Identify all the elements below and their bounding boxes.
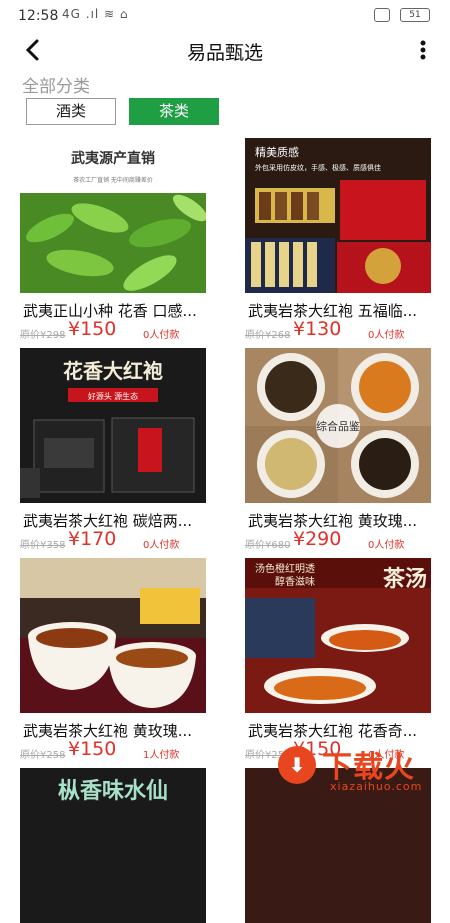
eye-comfort-icon: [374, 8, 390, 22]
image-caption: 枞香味水仙: [58, 778, 168, 803]
status-time: 12:58: [18, 8, 58, 24]
product-price: ¥150: [68, 738, 116, 760]
more-menu-icon[interactable]: [416, 36, 430, 64]
product-price: ¥150: [68, 318, 116, 340]
signal-icon: 4G .ıl ≋ ⌂: [62, 7, 129, 21]
original-price: 原价¥258: [20, 746, 65, 761]
product-price: ¥130: [293, 318, 341, 340]
paid-count: 0人付款: [368, 326, 404, 341]
product-image: 汤色橙红明透 醇香滋味 茶汤: [245, 558, 431, 713]
original-price: 原价¥358: [20, 536, 65, 551]
image-caption: 综合品鉴: [316, 419, 360, 433]
original-price: 原价¥298: [20, 326, 65, 341]
tab-liquor[interactable]: 酒类: [26, 98, 116, 125]
product-price: ¥290: [293, 528, 341, 550]
image-caption: 精美质感: [255, 146, 299, 159]
tab-tea[interactable]: 茶类: [129, 98, 219, 125]
product-image: 枞香味水仙: [20, 768, 206, 923]
image-caption: 醇香滋味: [275, 575, 315, 588]
product-price: ¥170: [68, 528, 116, 550]
site-watermark: ⬇ 下载火 xiazaihuo.com: [272, 740, 442, 796]
image-caption: 武夷源产直销: [71, 150, 155, 166]
product-image: 花香大红袍 好源头 源生态: [20, 348, 206, 503]
original-price: 原价¥680: [245, 536, 290, 551]
image-caption: 外包采用仿皮纹，手感、极感、质感俱佳: [255, 163, 381, 172]
category-section-label: 全部分类: [22, 72, 90, 97]
watermark-url: xiazaihuo.com: [330, 780, 422, 793]
battery-icon: 51: [400, 8, 430, 22]
status-bar: 12:58 4G .ıl ≋ ⌂ 51: [0, 0, 450, 30]
app-header: 易品甄选: [0, 30, 450, 72]
paid-count: 0人付款: [368, 536, 404, 551]
image-caption: 好源头 源生态: [88, 391, 138, 401]
paid-count: 1人付款: [143, 746, 179, 761]
download-logo-icon: ⬇: [278, 746, 316, 784]
image-caption: 茶农工厂直销 无中间商赚差价: [73, 176, 153, 184]
image-caption: 花香大红袍: [63, 359, 163, 383]
product-image: 综合品鉴: [245, 348, 431, 503]
paid-count: 0人付款: [143, 536, 179, 551]
image-caption: 茶汤: [383, 566, 427, 591]
page-title: 易品甄选: [0, 38, 450, 65]
original-price: 原价¥268: [245, 326, 290, 341]
product-image: 精美质感 外包采用仿皮纹，手感、极感、质感俱佳: [245, 138, 431, 293]
product-image: [20, 558, 206, 713]
paid-count: 0人付款: [143, 326, 179, 341]
product-image: 武夷源产直销 茶农工厂直销 无中间商赚差价: [20, 138, 206, 293]
image-caption: 汤色橙红明透: [255, 562, 315, 575]
